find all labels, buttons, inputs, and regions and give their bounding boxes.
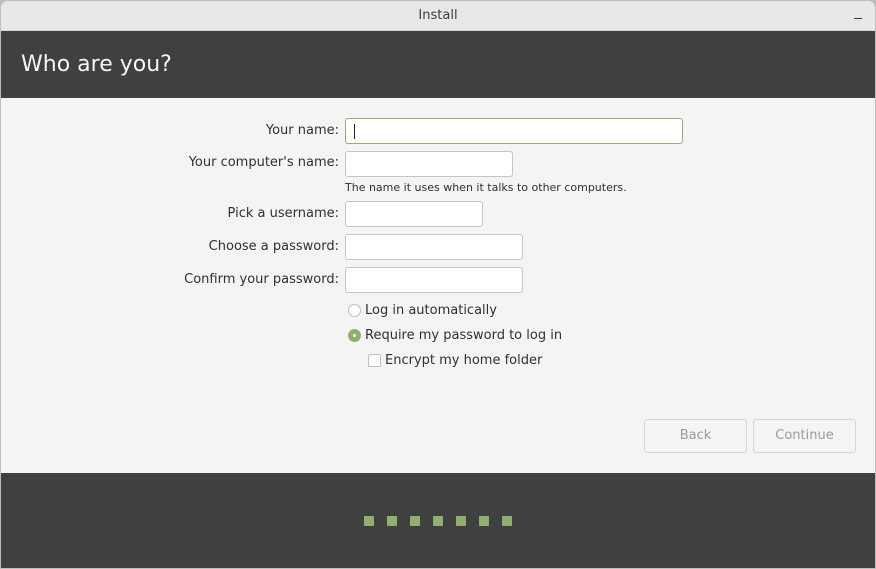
minimize-icon[interactable]	[851, 9, 865, 23]
confirm-password-label: Confirm your password:	[184, 272, 339, 287]
confirm-password-input[interactable]	[345, 267, 523, 293]
progress-step-dot	[410, 516, 420, 526]
encrypt-home-checkbox[interactable]	[368, 354, 381, 367]
progress-step-dot	[479, 516, 489, 526]
text-caret	[354, 124, 355, 139]
installer-window: Install Who are you? Your name: Your com…	[0, 0, 876, 569]
title-bar: Install	[1, 1, 875, 31]
login-automatically-label[interactable]: Log in automatically	[365, 303, 497, 318]
password-input[interactable]	[345, 234, 523, 260]
require-password-radio[interactable]	[348, 329, 361, 342]
form-area: Your name: Your computer's name: The nam…	[1, 98, 875, 473]
page-title: Who are you?	[21, 52, 172, 77]
your-name-label: Your name:	[265, 123, 339, 138]
progress-step-dot	[387, 516, 397, 526]
progress-step-dot	[364, 516, 374, 526]
require-password-label[interactable]: Require my password to log in	[365, 328, 562, 343]
progress-step-dot	[456, 516, 466, 526]
login-automatically-radio[interactable]	[348, 304, 361, 317]
computer-name-label: Your computer's name:	[188, 155, 339, 170]
encrypt-home-label[interactable]: Encrypt my home folder	[385, 353, 542, 368]
progress-step-dot	[433, 516, 443, 526]
progress-step-dot	[502, 516, 512, 526]
username-label: Pick a username:	[227, 206, 339, 221]
progress-footer	[1, 473, 875, 568]
continue-button[interactable]: Continue	[753, 419, 856, 453]
computer-name-hint: The name it uses when it talks to other …	[345, 181, 627, 194]
progress-indicator	[364, 516, 512, 526]
window-title: Install	[418, 8, 458, 23]
computer-name-input[interactable]	[345, 151, 513, 177]
page-header: Who are you?	[1, 31, 875, 98]
username-input[interactable]	[345, 201, 483, 227]
password-label: Choose a password:	[208, 239, 339, 254]
your-name-input[interactable]	[345, 118, 683, 144]
back-button[interactable]: Back	[644, 419, 747, 453]
